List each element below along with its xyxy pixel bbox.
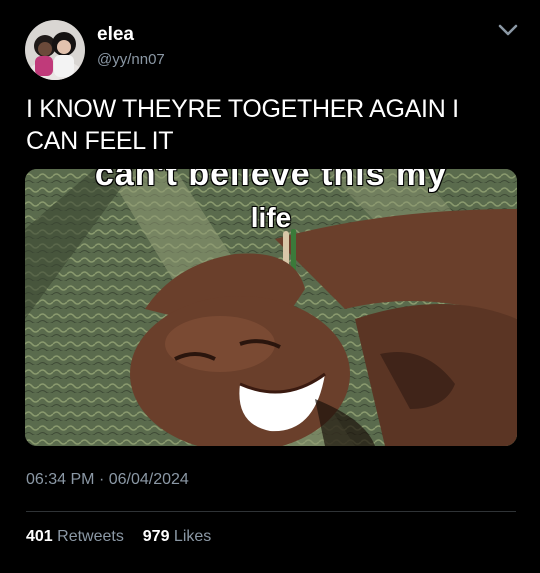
likes-label: Likes xyxy=(173,528,212,545)
tweet-text: I KNOW THEYRE TOGETHER AGAIN I CAN FEEL … xyxy=(26,95,459,155)
likes-count: 979 xyxy=(142,528,170,545)
tweet-time: 06:34 PM xyxy=(26,471,95,488)
tweet: elea @yy/nn07 I KNOW THEYRE TOGETHER AGA… xyxy=(0,0,540,573)
tweet-image[interactable]: can't believe this my life xyxy=(25,169,517,446)
retweets-stat[interactable]: 401 Retweets xyxy=(26,528,128,545)
display-name[interactable]: elea xyxy=(97,24,134,46)
divider xyxy=(26,511,516,512)
handle[interactable]: @yy/nn07 xyxy=(97,51,165,68)
meme-caption-line-1: can't believe this my xyxy=(94,169,448,193)
likes-stat[interactable]: 979 Likes xyxy=(143,528,212,545)
chevron-down-icon[interactable] xyxy=(496,20,520,40)
timestamp[interactable]: 06:34 PM · 06/04/2024 xyxy=(26,471,189,489)
avatar[interactable] xyxy=(25,20,85,80)
meme-caption-line-2: life xyxy=(250,202,292,233)
tweet-stats: 401 Retweets 979 Likes xyxy=(26,528,211,546)
separator-dot: · xyxy=(98,471,105,488)
tweet-date: 06/04/2024 xyxy=(108,471,189,488)
retweets-label: Retweets xyxy=(57,528,124,545)
retweets-count: 401 xyxy=(26,528,53,545)
